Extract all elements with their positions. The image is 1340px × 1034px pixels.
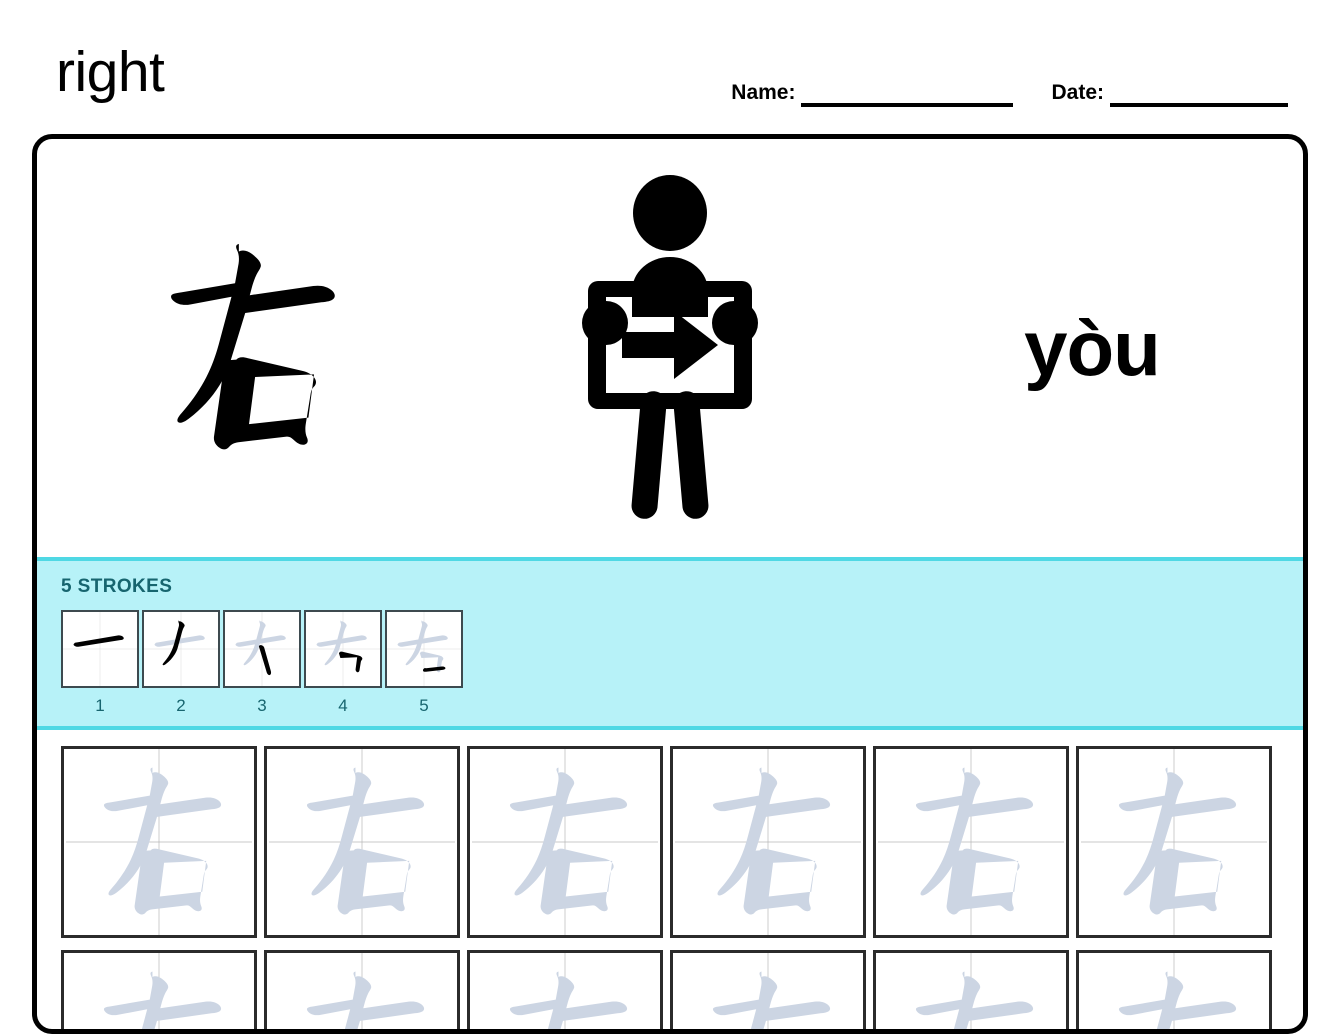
- stroke-step-3: 3: [223, 610, 301, 714]
- stroke-step-5: 5: [385, 610, 463, 714]
- trace-character-you: [1118, 953, 1237, 1029]
- stroke-step-4-number: 4: [338, 696, 348, 715]
- worksheet-page: right Name: Date: yòu 5 STROKES 1 2 3 4 …: [0, 0, 1340, 1034]
- practice-box[interactable]: [1076, 746, 1272, 938]
- stroke-order-section: 5 STROKES 1 2 3 4 5: [37, 557, 1303, 730]
- name-date-group: Name: Date:: [731, 82, 1288, 107]
- worksheet-card: yòu 5 STROKES 1 2 3 4 5: [32, 134, 1308, 1034]
- practice-box[interactable]: [264, 950, 460, 1029]
- practice-box[interactable]: [61, 950, 257, 1029]
- hero-character-cell: [37, 139, 459, 557]
- practice-row-2: [61, 950, 1303, 1029]
- practice-box[interactable]: [873, 746, 1069, 938]
- stroke-order-list: 1 2 3 4 5: [61, 610, 1303, 714]
- practice-grid-section: [37, 730, 1303, 1029]
- hero-pictogram-cell: [459, 139, 881, 557]
- practice-box[interactable]: [264, 746, 460, 938]
- stroke-step-4: 4: [304, 610, 382, 714]
- stroke-step-4-glyph: [306, 612, 380, 686]
- stroke-step-3-box: [223, 610, 301, 688]
- stroke-step-5-glyph: [387, 612, 461, 686]
- hero-pinyin-cell: yòu: [881, 139, 1303, 557]
- practice-box[interactable]: [467, 746, 663, 938]
- stroke-step-4-box: [304, 610, 382, 688]
- practice-box[interactable]: [670, 746, 866, 938]
- stroke-step-5-number: 5: [419, 696, 429, 715]
- stroke-step-1-glyph: [63, 612, 137, 686]
- date-field-group: Date:: [1051, 82, 1288, 107]
- name-field-group: Name:: [731, 81, 1014, 107]
- trace-character-you: [509, 953, 628, 1029]
- trace-character-you: [915, 953, 1034, 1029]
- person-holding-right-arrow-sign-icon: [582, 175, 758, 519]
- stroke-step-2-number: 2: [176, 696, 186, 715]
- trace-character-you: [269, 749, 455, 935]
- trace-character-you: [472, 749, 658, 935]
- practice-box[interactable]: [467, 950, 663, 1029]
- stroke-step-2-glyph: [144, 612, 218, 686]
- pinyin-text: yòu: [1024, 304, 1161, 392]
- stroke-step-5-box: [385, 610, 463, 688]
- stroke-step-3-number: 3: [257, 696, 267, 715]
- practice-row-1: [61, 746, 1303, 938]
- stroke-step-3-glyph: [225, 612, 299, 686]
- stroke-count-label: 5 STROKES: [61, 576, 173, 597]
- name-label: Name:: [731, 81, 796, 104]
- stroke-step-2-box: [142, 610, 220, 688]
- character-glyph-you: [171, 243, 335, 450]
- practice-box[interactable]: [61, 746, 257, 938]
- trace-character-you: [306, 953, 425, 1029]
- stroke-step-2: 2: [142, 610, 220, 714]
- trace-character-you: [675, 749, 861, 935]
- worksheet-header: right Name: Date:: [0, 0, 1340, 128]
- practice-box[interactable]: [873, 950, 1069, 1029]
- date-input-rule[interactable]: [1110, 103, 1288, 107]
- hero-section: yòu: [37, 139, 1303, 557]
- trace-character-you: [66, 749, 252, 935]
- practice-box[interactable]: [670, 950, 866, 1029]
- practice-box[interactable]: [1076, 950, 1272, 1029]
- name-input-rule[interactable]: [801, 103, 1014, 107]
- stroke-step-1-box: [61, 610, 139, 688]
- date-label: Date:: [1051, 81, 1104, 104]
- page-title: right: [56, 40, 165, 104]
- trace-character-you: [712, 953, 831, 1029]
- stroke-step-1: 1: [61, 610, 139, 714]
- trace-character-you: [1081, 749, 1267, 935]
- trace-character-you: [103, 953, 222, 1029]
- trace-character-you: [878, 749, 1064, 935]
- stroke-step-1-number: 1: [95, 696, 105, 715]
